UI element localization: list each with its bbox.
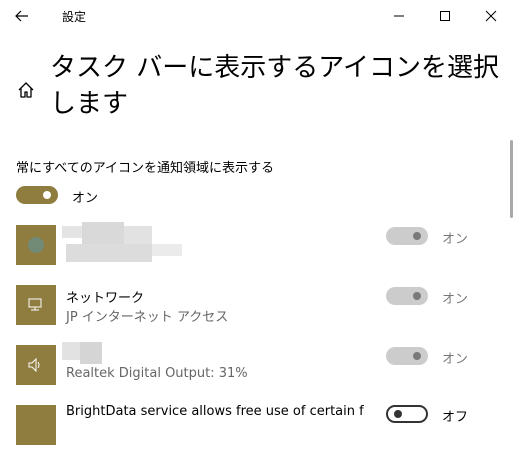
app-toggle[interactable] xyxy=(386,227,428,245)
title-bar: 設定 xyxy=(0,0,515,32)
redacted-text xyxy=(80,342,102,364)
scrollbar[interactable] xyxy=(510,140,513,218)
app-toggle-state: オン xyxy=(442,352,469,367)
app-name: ネットワーク xyxy=(66,291,145,306)
app-toggle[interactable] xyxy=(386,405,428,423)
app-blurred-icon xyxy=(16,225,56,265)
redacted-text xyxy=(62,342,80,360)
close-button[interactable] xyxy=(468,0,514,32)
redacted-text xyxy=(152,244,182,256)
app-row: BrightData service allows free use of ce… xyxy=(0,400,500,460)
app-toggle[interactable] xyxy=(386,287,428,305)
app-row: ネットワーク JP インターネット アクセス オン xyxy=(0,280,500,340)
app-icon xyxy=(16,405,56,445)
app-toggle-state: オン xyxy=(442,292,469,307)
always-show-toggle[interactable] xyxy=(16,186,58,204)
redacted-text xyxy=(62,226,82,238)
toggle-knob xyxy=(413,232,421,240)
volume-icon xyxy=(16,345,56,385)
window-title: 設定 xyxy=(62,10,87,24)
app-toggle-state: オン xyxy=(442,232,469,247)
app-detail: JP インターネット アクセス xyxy=(66,310,229,325)
home-icon xyxy=(18,82,34,98)
app-row: オン xyxy=(0,220,500,280)
page-title: タスク バーに表示するアイコンを選択します xyxy=(50,53,499,119)
maximize-button[interactable] xyxy=(422,0,468,32)
always-show-state: オン xyxy=(72,191,99,206)
toggle-knob xyxy=(413,352,421,360)
app-detail: Realtek Digital Output: 31% xyxy=(66,366,248,381)
app-toggle[interactable] xyxy=(386,347,428,365)
close-icon xyxy=(485,10,497,22)
minimize-button[interactable] xyxy=(376,0,422,32)
back-button[interactable] xyxy=(9,4,35,28)
toggle-knob xyxy=(43,191,51,199)
redacted-text xyxy=(66,244,152,262)
toggle-knob xyxy=(413,292,421,300)
always-show-label: 常にすべてのアイコンを通知領域に表示する xyxy=(16,161,275,176)
app-row: Realtek Digital Output: 31% オン xyxy=(0,340,500,400)
redacted-text xyxy=(82,222,124,244)
back-arrow-icon xyxy=(15,10,28,22)
network-icon xyxy=(16,285,56,325)
home-button[interactable] xyxy=(14,78,38,102)
maximize-icon xyxy=(440,11,450,21)
redacted-text xyxy=(124,226,152,244)
minimize-icon xyxy=(394,15,404,17)
app-name: BrightData service allows free use of ce… xyxy=(66,404,364,419)
toggle-knob xyxy=(394,410,402,418)
